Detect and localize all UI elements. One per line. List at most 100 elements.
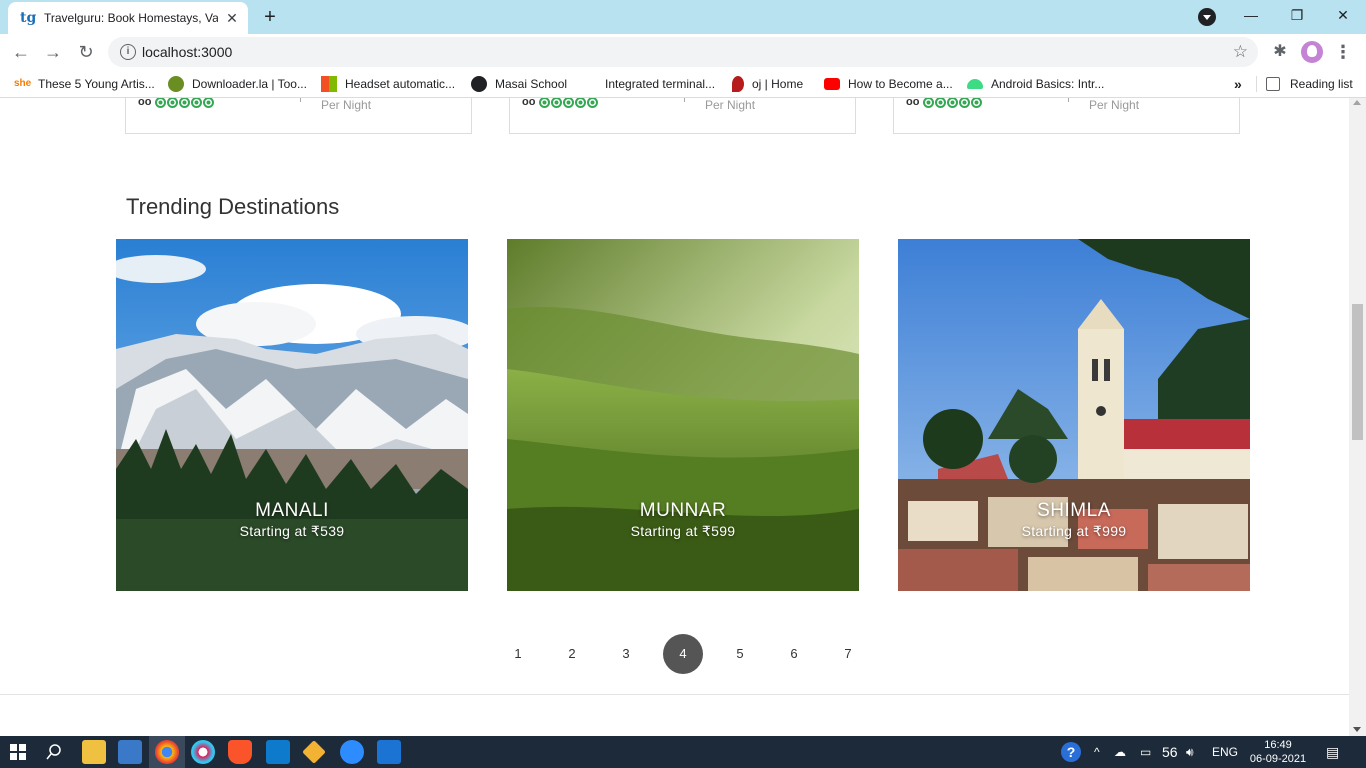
restore-button[interactable]: ❐ — [1274, 0, 1320, 30]
address-bar[interactable]: i localhost:3000 ☆ — [108, 37, 1258, 67]
bookmark-item[interactable]: Masai School — [471, 70, 567, 98]
destination-card-shimla[interactable]: SHIMLA Starting at ₹999 — [898, 239, 1250, 591]
scrollbar-thumb[interactable] — [1352, 304, 1363, 440]
bookmark-item[interactable]: Headset automatic... — [321, 70, 455, 98]
browser-tab[interactable]: tg Travelguru: Book Homestays, Vac ✕ — [8, 2, 248, 34]
minimize-button[interactable]: — — [1228, 0, 1274, 30]
globe-icon — [471, 76, 487, 92]
hotel-card[interactable]: oo Per Night — [893, 98, 1240, 134]
blank-page-icon — [581, 76, 597, 92]
tripadvisor-owl-icon: oo — [906, 98, 920, 108]
close-window-button[interactable]: ✕ — [1320, 0, 1366, 30]
bookmark-item[interactable]: Integrated terminal... — [581, 70, 715, 98]
mail-icon[interactable] — [377, 740, 401, 764]
windows-taskbar: ? ^ ☁ ▭ 56 🔊︎ ENG 16:49 06-09-2021 ▤ — [0, 736, 1366, 768]
section-divider — [0, 694, 1349, 695]
scroll-down-arrow-icon[interactable] — [1353, 727, 1361, 732]
hotel-card[interactable]: oo Per Night — [125, 98, 472, 134]
bookmark-label: Downloader.la | Too... — [192, 77, 307, 91]
bookmark-label: How to Become a... — [848, 77, 953, 91]
hotel-card[interactable]: oo Per Night — [509, 98, 856, 134]
temperature-text: 56 — [1162, 744, 1178, 760]
page-5-button[interactable]: 5 — [720, 634, 760, 674]
card-divider — [300, 98, 301, 102]
file-explorer-icon[interactable] — [82, 740, 106, 764]
weather-cloud-icon[interactable]: ☁ — [1114, 736, 1126, 768]
volume-icon[interactable]: 🔊︎ — [1186, 736, 1194, 768]
zoom-icon[interactable] — [340, 740, 364, 764]
extensions-puzzle-icon[interactable]: ✱ — [1270, 42, 1290, 62]
new-tab-button[interactable]: + — [258, 6, 282, 30]
chrome-menu-icon[interactable]: ⋮ — [1334, 40, 1352, 64]
help-icon[interactable]: ? — [1061, 742, 1081, 762]
bookmark-item[interactable]: oj | Home — [732, 70, 803, 98]
page-1-button[interactable]: 1 — [498, 634, 538, 674]
tripadvisor-rating: oo — [138, 98, 215, 108]
bookmark-label: Masai School — [495, 77, 568, 91]
photos-icon[interactable] — [118, 740, 142, 764]
reading-list-button[interactable]: Reading list — [1266, 70, 1353, 98]
destination-price: Starting at ₹539 — [239, 523, 345, 539]
page-3-button[interactable]: 3 — [606, 634, 646, 674]
git-icon[interactable] — [302, 740, 326, 764]
forward-button[interactable]: → — [41, 40, 65, 64]
chevron-up-icon[interactable]: ^ — [1094, 736, 1100, 768]
bookmark-item[interactable]: she These 5 Young Artis... — [14, 70, 155, 98]
bookmark-label: Integrated terminal... — [605, 77, 716, 91]
bookmark-item[interactable]: Android Basics: Intr... — [967, 70, 1104, 98]
destination-price: Starting at ₹599 — [630, 523, 736, 539]
chrome-icon[interactable] — [155, 740, 179, 764]
bookmark-item[interactable]: How to Become a... — [824, 70, 953, 98]
destination-card-munnar[interactable]: MUNNAR Starting at ₹599 — [507, 239, 859, 591]
bookmark-label: Android Basics: Intr... — [991, 77, 1105, 91]
language-indicator[interactable]: ENG — [1212, 736, 1238, 768]
vscode-icon[interactable] — [266, 740, 290, 764]
page-viewport: oo Per Night oo Per Night oo Per Night T… — [0, 98, 1366, 736]
destination-name: MANALI — [255, 500, 329, 521]
reading-list-icon — [1266, 77, 1280, 91]
youtube-icon — [824, 78, 840, 90]
site-info-icon[interactable]: i — [120, 44, 136, 60]
search-icon[interactable] — [46, 744, 62, 760]
close-tab-icon[interactable]: ✕ — [224, 10, 240, 26]
slack-icon[interactable] — [191, 740, 215, 764]
downloader-icon — [168, 76, 184, 92]
profile-avatar[interactable] — [1301, 41, 1323, 63]
bookmark-star-icon[interactable]: ☆ — [1233, 37, 1248, 67]
bookmark-label: oj | Home — [752, 77, 804, 91]
tab-title: Travelguru: Book Homestays, Vac — [44, 11, 218, 25]
more-bookmarks-icon[interactable]: » — [1234, 70, 1242, 98]
brave-icon[interactable] — [228, 740, 252, 764]
section-title: Trending Destinations — [126, 194, 340, 219]
balloon-icon — [732, 76, 744, 92]
tripadvisor-rating: oo — [906, 98, 983, 108]
clock-time: 16:49 — [1264, 739, 1292, 751]
android-icon — [967, 79, 983, 89]
reload-button[interactable]: ↻ — [74, 40, 98, 64]
page-6-button[interactable]: 6 — [774, 634, 814, 674]
per-night-label: Per Night — [321, 98, 372, 112]
page-7-button[interactable]: 7 — [828, 634, 868, 674]
she-icon: she — [14, 78, 32, 89]
bookmark-item[interactable]: Downloader.la | Too... — [168, 70, 307, 98]
url-text[interactable]: localhost:3000 — [142, 37, 232, 67]
page-scrollbar[interactable] — [1349, 98, 1366, 736]
destination-price: Starting at ₹999 — [1021, 523, 1127, 539]
per-night-label: Per Night — [705, 98, 756, 112]
page-4-button-active[interactable]: 4 — [663, 634, 703, 674]
card-divider — [684, 98, 685, 102]
notification-center-icon[interactable]: ▤ — [1326, 736, 1339, 768]
tab-search-icon[interactable] — [1198, 8, 1216, 26]
back-button[interactable]: ← — [9, 40, 33, 64]
page-2-button[interactable]: 2 — [552, 634, 592, 674]
destination-name: SHIMLA — [1037, 500, 1111, 521]
windows-start-icon[interactable] — [10, 744, 26, 760]
card-divider — [1068, 98, 1069, 102]
system-clock[interactable]: 16:49 06-09-2021 — [1248, 738, 1308, 766]
microsoft-icon — [321, 76, 337, 92]
bookmarks-bar: she These 5 Young Artis... Downloader.la… — [0, 70, 1366, 98]
scroll-up-arrow-icon[interactable] — [1353, 100, 1361, 105]
browser-toolbar: ← → ↻ i localhost:3000 ☆ ✱ ⋮ — [0, 34, 1366, 70]
tripadvisor-rating: oo — [522, 98, 599, 108]
destination-card-manali[interactable]: MANALI Starting at ₹539 — [116, 239, 468, 591]
